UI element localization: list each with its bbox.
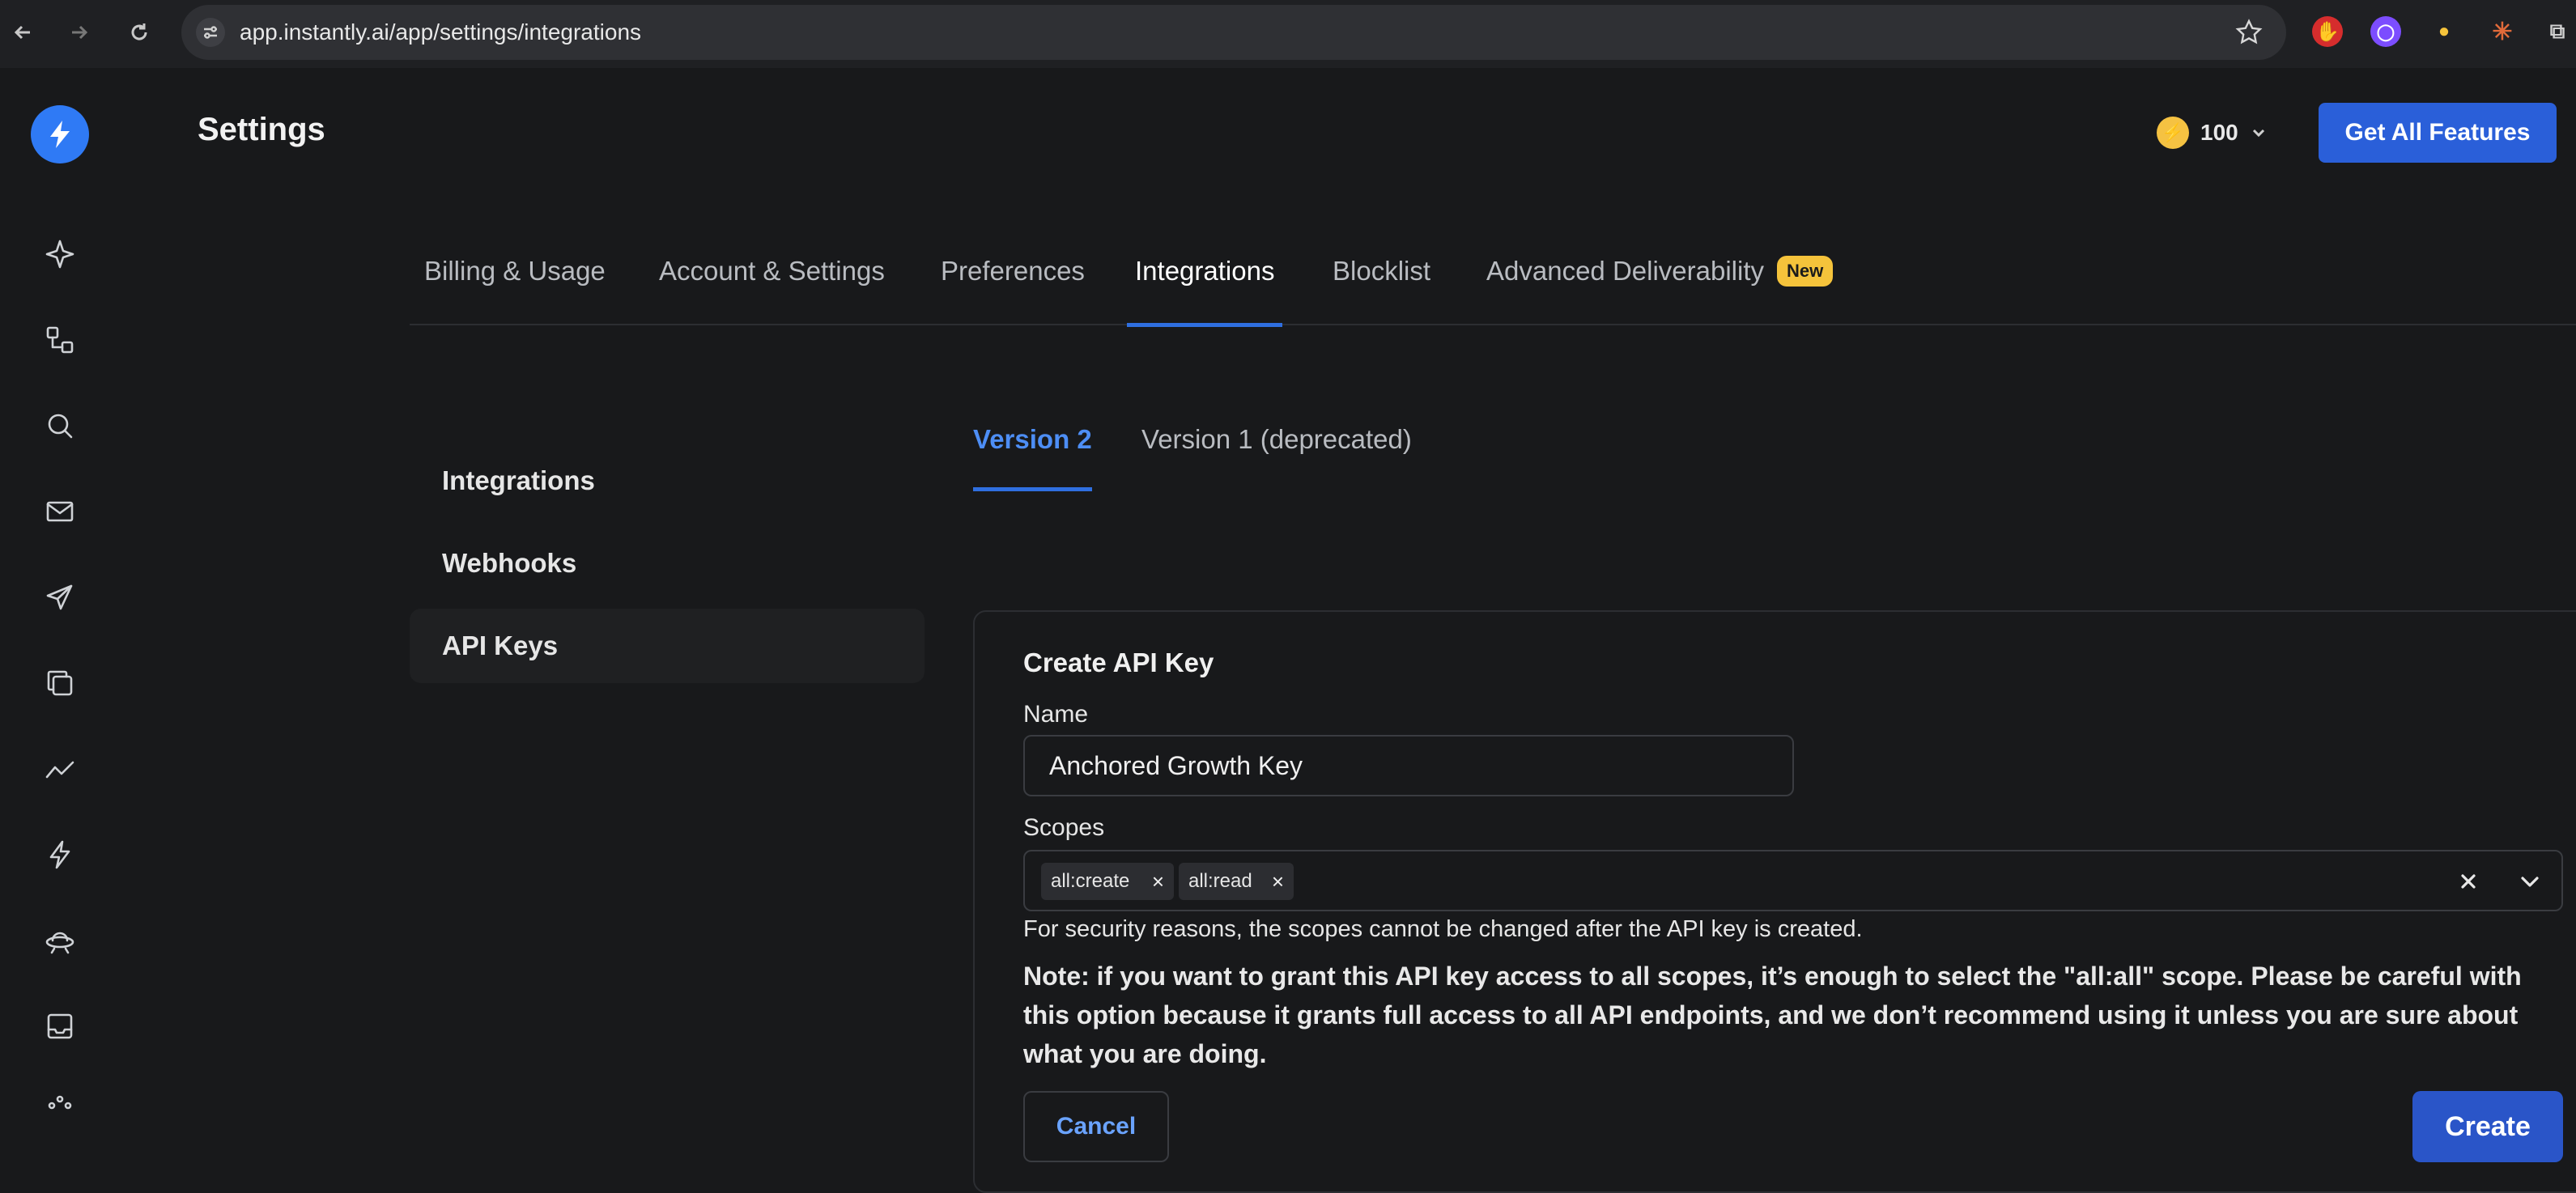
chevron-down-icon[interactable] [2514,866,2545,897]
tab-preferences[interactable]: Preferences [941,256,1085,325]
create-button[interactable]: Create [2412,1091,2563,1162]
send-icon[interactable] [39,576,81,618]
left-navigation [0,68,120,1110]
tab-integrations[interactable]: Integrations [1127,256,1283,327]
app-root: Settings ⚡ 100 Get All Features Billing … [0,68,2576,1193]
workflow-icon[interactable] [39,319,81,361]
tab-blocklist[interactable]: Blocklist [1333,256,1430,325]
tab-label: Account & Settings [659,256,885,286]
tab-label: Version 2 [973,424,1092,454]
tab-label: Preferences [941,256,1085,286]
browser-toolbar: app.instantly.ai/app/settings/integratio… [0,0,2576,68]
scopes-note: Note: if you want to grant this API key … [1023,962,2522,1068]
analytics-icon[interactable] [39,748,81,790]
hand-extension-icon[interactable]: ✋ [2312,16,2343,47]
tab-label: Billing & Usage [424,256,606,286]
lemon-extension-icon[interactable]: ● [2429,16,2459,47]
site-settings-icon[interactable] [196,18,225,47]
url-text[interactable]: app.instantly.ai/app/settings/integratio… [240,19,641,45]
scope-chip-label: all:read [1188,870,1252,892]
lightning-icon[interactable] [39,834,81,876]
puzzle-extension-icon[interactable]: ⧉ [2542,16,2573,47]
active-tab-indicator [973,487,1092,491]
more-icon[interactable] [39,1083,81,1125]
name-label: Name [1023,701,1089,728]
tab-billing[interactable]: Billing & Usage [424,256,606,325]
card-title: Create API Key [1023,647,1214,677]
sidemenu-item-integrations[interactable]: Integrations [410,444,925,518]
page-title: Settings [198,112,325,147]
instantly-logo-icon[interactable] [31,105,89,163]
chevron-down-icon [2252,129,2264,138]
remove-scope-icon[interactable]: × [1152,863,1164,900]
tab-advanced-deliverability[interactable]: Advanced Deliverability New [1486,256,1834,325]
reload-icon[interactable] [121,15,157,50]
ufo-icon[interactable] [39,919,81,962]
credits-count: 100 [2200,120,2238,145]
create-api-key-card: Create API Key Name Scopes all:create × … [973,610,2576,1193]
scopes-hint: For security reasons, the scopes cannot … [1023,916,1863,942]
inbox-icon[interactable] [39,1005,81,1047]
scope-chip: all:create × [1041,863,1174,900]
tab-version-1[interactable]: Version 1 (deprecated) [1141,424,1412,489]
bookmark-star-icon[interactable] [2234,18,2264,47]
scope-chip-label: all:create [1051,870,1130,892]
clear-icon[interactable] [2453,866,2484,897]
scopes-label: Scopes [1023,814,1105,841]
back-icon[interactable] [5,15,40,50]
settings-tabs: Billing & Usage Account & Settings Prefe… [410,256,2576,327]
active-tab-indicator [1127,323,1283,327]
credits-dropdown[interactable]: ⚡ 100 [2157,112,2268,154]
tab-label: Integrations [1135,256,1275,286]
copy-icon[interactable] [39,662,81,704]
address-bar[interactable]: app.instantly.ai/app/settings/integratio… [181,5,2286,60]
tab-version-2[interactable]: Version 2 [973,424,1092,491]
github-extension-icon[interactable]: ◯ [2370,16,2401,47]
claude-extension-icon[interactable]: ✳ [2487,16,2518,47]
scope-chip: all:read × [1179,863,1294,900]
sidemenu-item-api-keys[interactable]: API Keys [410,609,925,683]
forward-icon[interactable] [62,15,97,50]
search-icon[interactable] [39,405,81,447]
tab-label: Advanced Deliverability [1486,256,1765,286]
cancel-button[interactable]: Cancel [1023,1091,1169,1162]
tab-label: Blocklist [1333,256,1431,286]
tab-label: Version 1 (deprecated) [1141,424,1412,454]
new-badge: New [1777,256,1834,287]
tab-account-settings[interactable]: Account & Settings [659,256,885,325]
sparkle-icon[interactable] [39,233,81,275]
name-input[interactable] [1023,735,1794,796]
coin-icon: ⚡ [2157,117,2189,149]
get-all-features-button[interactable]: Get All Features [2319,103,2557,163]
sidemenu-item-webhooks[interactable]: Webhooks [410,526,925,601]
scopes-select[interactable]: all:create × all:read × [1023,850,2563,911]
mail-icon[interactable] [39,490,81,533]
remove-scope-icon[interactable]: × [1272,863,1284,900]
